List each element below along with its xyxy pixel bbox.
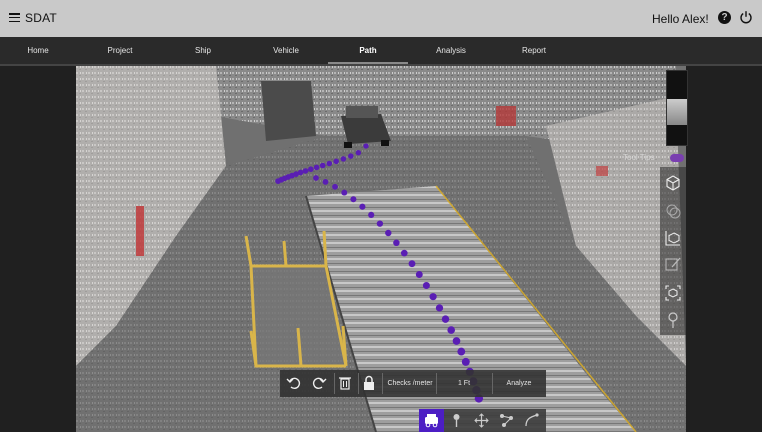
path-point[interactable] <box>275 178 281 184</box>
path-point[interactable] <box>376 220 384 227</box>
path-point[interactable] <box>422 281 430 290</box>
path-point[interactable] <box>385 229 392 237</box>
path-point[interactable] <box>322 179 329 185</box>
path-point[interactable] <box>363 143 369 149</box>
step-distance-select[interactable]: 1 Ft <box>438 370 490 397</box>
scan-cube-icon[interactable] <box>663 283 683 303</box>
vehicle-icon[interactable] <box>419 409 444 432</box>
path-point[interactable] <box>368 211 375 218</box>
tab-vehicle[interactable]: Vehicle <box>265 37 307 64</box>
checks-per-meter-label: Checks /meter <box>387 380 433 387</box>
redo-icon[interactable] <box>310 374 328 392</box>
annotate-icon[interactable] <box>663 255 683 275</box>
path-point[interactable] <box>319 162 326 169</box>
undo-icon[interactable] <box>285 374 303 392</box>
tab-ship[interactable]: Ship <box>185 37 221 64</box>
path-point[interactable] <box>429 293 437 301</box>
path-point[interactable] <box>326 160 333 167</box>
path-point[interactable] <box>447 326 455 334</box>
path-point[interactable] <box>302 168 309 174</box>
path-point[interactable] <box>307 166 314 173</box>
hamburger-menu-icon[interactable] <box>9 13 20 23</box>
mode-bar <box>419 409 546 432</box>
path-point[interactable] <box>393 239 400 247</box>
tool-tips-label: Tool Tips <box>623 153 655 162</box>
waypoints-icon[interactable] <box>494 409 519 432</box>
path-point[interactable] <box>332 183 338 190</box>
path-toolbar: Checks /meter 1 Ft Analyze <box>280 370 546 397</box>
pin-icon[interactable] <box>444 409 469 432</box>
path-point[interactable] <box>435 304 444 312</box>
cube-icon[interactable] <box>663 173 683 193</box>
path-point[interactable] <box>452 337 461 345</box>
help-icon[interactable]: ? <box>718 11 731 24</box>
user-greeting: Hello Alex! <box>652 12 709 26</box>
trash-icon[interactable] <box>336 374 354 392</box>
top-bar: SDAT Hello Alex! ? <box>0 0 762 37</box>
move-icon[interactable] <box>469 409 494 432</box>
power-icon[interactable] <box>739 10 753 24</box>
location-pin-icon[interactable] <box>663 310 683 330</box>
path-point[interactable] <box>415 271 423 278</box>
app-title: SDAT <box>25 11 57 25</box>
minimap[interactable] <box>666 70 688 146</box>
path-point[interactable] <box>333 158 339 165</box>
path-point[interactable] <box>359 203 366 210</box>
path-point[interactable] <box>348 153 354 159</box>
path-point[interactable] <box>355 149 362 156</box>
chart-cube-icon[interactable] <box>663 228 683 248</box>
tab-path[interactable]: Path <box>328 37 408 64</box>
path-point[interactable] <box>408 260 416 268</box>
path-point[interactable] <box>313 175 319 181</box>
lock-icon[interactable] <box>360 374 378 392</box>
right-toolbar <box>660 167 686 335</box>
path-point[interactable] <box>441 315 450 323</box>
curve-icon[interactable] <box>519 409 544 432</box>
path-point[interactable] <box>341 189 348 196</box>
tool-tips-toggle[interactable] <box>670 154 684 162</box>
tab-analysis[interactable]: Analysis <box>430 37 472 64</box>
main-nav: Home Project Ship Vehicle Path Analysis … <box>0 37 762 64</box>
path-point[interactable] <box>457 347 466 356</box>
layers-cube-icon[interactable] <box>663 201 683 221</box>
path-point[interactable] <box>340 156 347 162</box>
tab-home[interactable]: Home <box>18 37 58 64</box>
path-point[interactable] <box>313 164 320 171</box>
tab-report[interactable]: Report <box>514 37 554 64</box>
path-point[interactable] <box>461 357 470 366</box>
analyze-button[interactable]: Analyze <box>494 370 544 397</box>
path-point[interactable] <box>350 196 357 203</box>
tab-project[interactable]: Project <box>98 37 142 64</box>
path-point[interactable] <box>400 249 408 257</box>
